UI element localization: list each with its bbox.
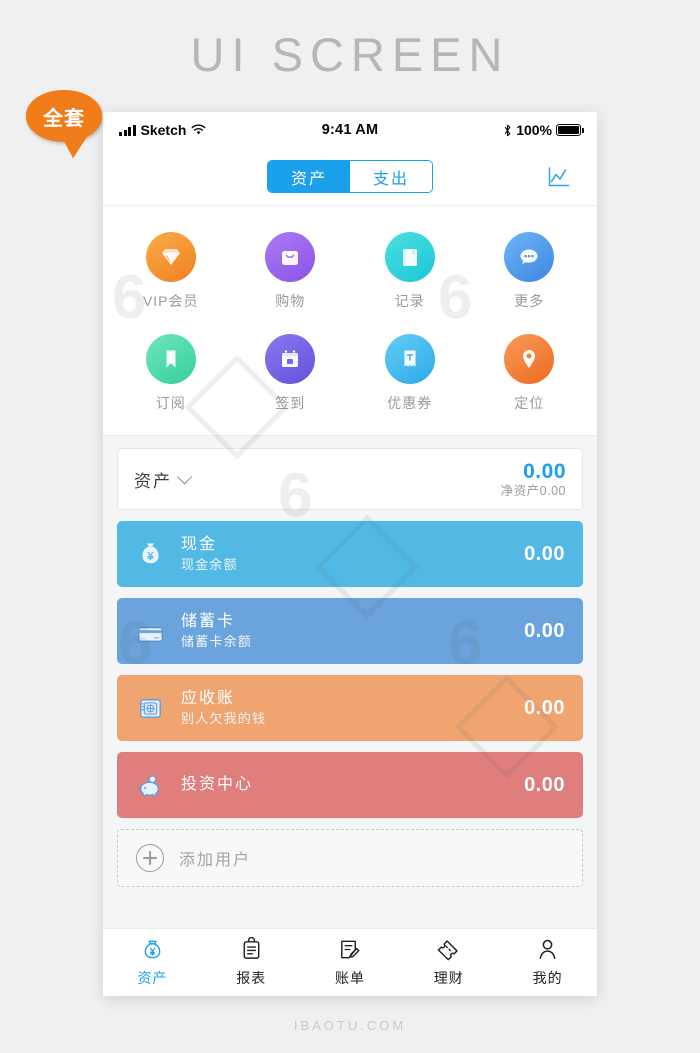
grid-item-location[interactable]: 定位 [470, 323, 590, 426]
grid-item-coupon[interactable]: 优惠券 [350, 323, 470, 426]
account-title: 投资中心 [181, 776, 254, 793]
diamond-icon [145, 231, 196, 282]
add-user-button[interactable]: 添加用户 [117, 829, 583, 887]
asset-summary-selector[interactable]: 资产 [134, 467, 193, 492]
tab-expenses[interactable]: 支出 [350, 161, 432, 192]
tab-bar-item-assets[interactable]: 资产 [103, 937, 202, 988]
coupon-receipt-icon [384, 334, 435, 385]
tab-bar-item-profile[interactable]: 我的 [498, 937, 597, 988]
account-subtitle: 现金余额 [181, 556, 238, 572]
asset-summary-label: 资产 [134, 471, 172, 491]
grid-label: VIP会员 [142, 292, 199, 309]
account-text-investment: 投资中心 [181, 775, 253, 795]
status-bar-left: Sketch [119, 122, 206, 138]
account-row-cash[interactable]: 现金 现金余额 0.00 [117, 521, 583, 587]
account-title: 储蓄卡 [181, 612, 236, 630]
account-amount: 0.00 [524, 542, 565, 565]
add-user-label: 添加用户 [179, 852, 252, 869]
location-pin-icon [504, 334, 555, 385]
grid-item-shopping[interactable]: 购物 [231, 220, 351, 323]
clipboard-icon [243, 937, 260, 959]
tab-bar-item-bills[interactable]: 账单 [301, 937, 400, 988]
chevron-down-icon[interactable] [176, 468, 193, 484]
asset-summary-card[interactable]: 资产 0.00 净资产0.00 [117, 448, 583, 510]
account-row-debit-card[interactable]: 储蓄卡 储蓄卡余额 0.00 [117, 598, 583, 664]
ticket-icon [437, 940, 458, 961]
grid-label: 购物 [275, 292, 306, 309]
poster-footer: IBAOTU.COM [293, 1018, 407, 1033]
full-set-badge: 全套 [26, 90, 102, 142]
piggy-bank-icon [133, 768, 167, 802]
bottom-tab-bar: 资产 报表 账单 理财 我的 [103, 928, 597, 996]
account-subtitle: 储蓄卡余额 [181, 633, 253, 649]
battery-percent-label: 100% [516, 122, 552, 138]
person-icon [539, 939, 556, 959]
account-amount: 0.00 [524, 773, 565, 796]
status-bar: Sketch 9:41 AM 100% [103, 112, 597, 148]
bookmark-icon [145, 334, 196, 385]
tab-bar-label: 我的 [532, 970, 563, 986]
bluetooth-icon [504, 124, 511, 136]
grid-label: 订阅 [155, 395, 186, 412]
quick-action-grid: VIP会员 购物 记录 更多 订阅 签到 优惠券 定位 [103, 206, 597, 436]
tab-bar-label: 理财 [433, 970, 464, 986]
signal-bars-icon [119, 124, 136, 136]
account-amount: 0.00 [524, 619, 565, 642]
account-text-cash: 现金 现金余额 [181, 535, 238, 573]
account-text-receivable: 应收账 别人欠我的钱 [181, 689, 266, 727]
account-title: 应收账 [181, 689, 236, 707]
tab-bar-item-reports[interactable]: 报表 [202, 937, 301, 988]
poster-stage: UI SCREEN 全套 Sketch 9:41 AM 100% 资产 支出 V… [0, 0, 700, 1053]
asset-total-amount: 0.00 [523, 459, 566, 483]
grid-label: 签到 [275, 395, 306, 412]
notebook-icon [384, 231, 435, 282]
grid-item-more[interactable]: 更多 [470, 220, 590, 323]
wifi-icon [192, 124, 206, 135]
grid-label: 记录 [394, 292, 425, 309]
tab-bar-label: 报表 [236, 970, 267, 986]
tab-assets[interactable]: 资产 [268, 161, 350, 192]
line-chart-icon[interactable] [547, 165, 571, 189]
account-subtitle: 别人欠我的钱 [181, 710, 267, 726]
shopping-bag-icon [265, 231, 316, 282]
money-bag-tab-icon [144, 940, 161, 959]
assets-content: 资产 0.00 净资产0.00 现金 现金余额 0.00 储蓄卡 储蓄卡余额 0… [103, 436, 597, 928]
credit-card-icon [133, 614, 167, 648]
account-row-receivable[interactable]: 应收账 别人欠我的钱 0.00 [117, 675, 583, 741]
calendar-check-icon [265, 334, 316, 385]
account-title: 现金 [181, 535, 218, 553]
tab-bar-item-finance[interactable]: 理财 [399, 937, 498, 988]
grid-item-records[interactable]: 记录 [350, 220, 470, 323]
nav-bar: 资产 支出 [103, 148, 597, 206]
grid-item-vip[interactable]: VIP会员 [111, 220, 231, 323]
grid-label: 优惠券 [387, 395, 433, 412]
account-text-debit-card: 储蓄卡 储蓄卡余额 [181, 612, 252, 650]
poster-title: UI SCREEN [190, 28, 510, 81]
account-row-investment[interactable]: 投资中心 0.00 [117, 752, 583, 818]
segmented-control[interactable]: 资产 支出 [267, 160, 433, 193]
net-asset-label: 净资产0.00 [500, 483, 566, 498]
carrier-label: Sketch [140, 122, 187, 138]
grid-item-subscribe[interactable]: 订阅 [111, 323, 231, 426]
account-amount: 0.00 [524, 696, 565, 719]
safe-box-icon [133, 691, 167, 725]
battery-full-icon [556, 124, 584, 136]
chat-dots-icon [504, 231, 555, 282]
money-bag-icon [133, 537, 167, 571]
full-set-badge-label: 全套 [43, 107, 85, 130]
grid-label: 更多 [514, 292, 545, 309]
grid-item-checkin[interactable]: 签到 [231, 323, 351, 426]
phone-frame: Sketch 9:41 AM 100% 资产 支出 VIP会员 购物 记录 更多… [103, 112, 597, 996]
bill-edit-icon [341, 940, 361, 959]
tab-bar-label: 账单 [334, 970, 365, 986]
tab-bar-label: 资产 [137, 970, 168, 986]
grid-label: 定位 [514, 395, 545, 412]
status-bar-right: 100% [503, 122, 584, 138]
plus-circle-icon [136, 844, 164, 872]
asset-summary-values: 0.00 净资产0.00 [501, 460, 566, 499]
